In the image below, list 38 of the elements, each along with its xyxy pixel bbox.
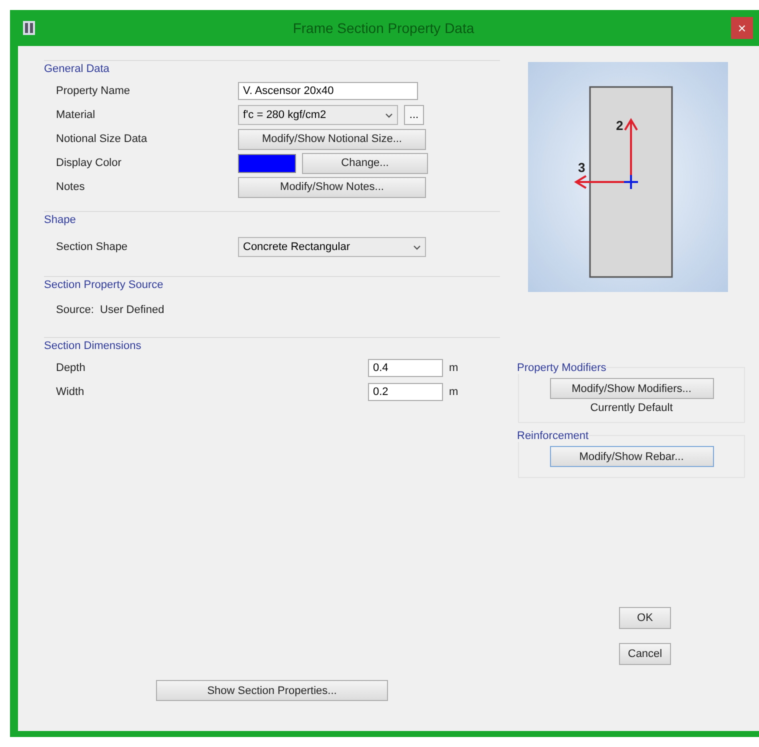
modify-rebar-button[interactable]: Modify/Show Rebar...	[550, 446, 714, 467]
unit-label: m	[449, 386, 458, 398]
field-label: Display Color	[56, 157, 122, 169]
group-title: General Data	[44, 63, 110, 75]
app-icon	[22, 20, 36, 36]
field-label: Width	[56, 386, 86, 398]
show-section-properties-button[interactable]: Show Section Properties...	[156, 680, 388, 701]
field-label: Notional Size Data	[56, 133, 148, 145]
section-shape-dropdown[interactable]: Concrete Rectangular	[238, 237, 426, 257]
unit-label: m	[449, 362, 458, 374]
group-title: Section Property Source	[44, 279, 164, 291]
browse-button[interactable]: ...	[404, 105, 424, 125]
group-title: Shape	[44, 214, 76, 226]
modify-button[interactable]: Modify/Show Notional Size...	[238, 128, 426, 150]
modifiers-status: Currently Default	[590, 402, 673, 414]
material-dropdown[interactable]: f'c = 280 kgf/cm2	[238, 105, 398, 125]
dialog-button[interactable]: Cancel	[619, 643, 671, 665]
source-text: Source: User Defined	[55, 303, 166, 318]
group-title: Property Modifiers	[517, 362, 606, 374]
modify-button[interactable]: Modify/Show Notes...	[238, 176, 426, 198]
group-title: Section Dimensions	[44, 340, 142, 352]
field-label: Section Shape	[56, 241, 129, 253]
change-button[interactable]: Change...	[302, 152, 428, 174]
field-label: Notes	[56, 181, 86, 193]
close-button[interactable]: ×	[731, 17, 753, 39]
property-name-field[interactable]: V. Ascensor 20x40	[238, 82, 418, 100]
section-preview-drawing: 2 3	[528, 62, 728, 292]
dimension-field[interactable]: 0.4	[368, 359, 443, 377]
field-label: Property Name	[56, 85, 131, 97]
field-label: Material	[56, 109, 96, 121]
field-label: Depth	[56, 362, 86, 374]
dialog-button[interactable]: OK	[619, 607, 671, 629]
window-title: Frame Section Property Data	[292, 20, 476, 36]
group-title: Reinforcement	[517, 430, 589, 442]
dimension-field[interactable]: 0.2	[368, 383, 443, 401]
chevron-icon	[413, 244, 421, 250]
chevron-icon	[385, 112, 393, 118]
modify-modifiers-button[interactable]: Modify/Show Modifiers...	[550, 378, 714, 399]
